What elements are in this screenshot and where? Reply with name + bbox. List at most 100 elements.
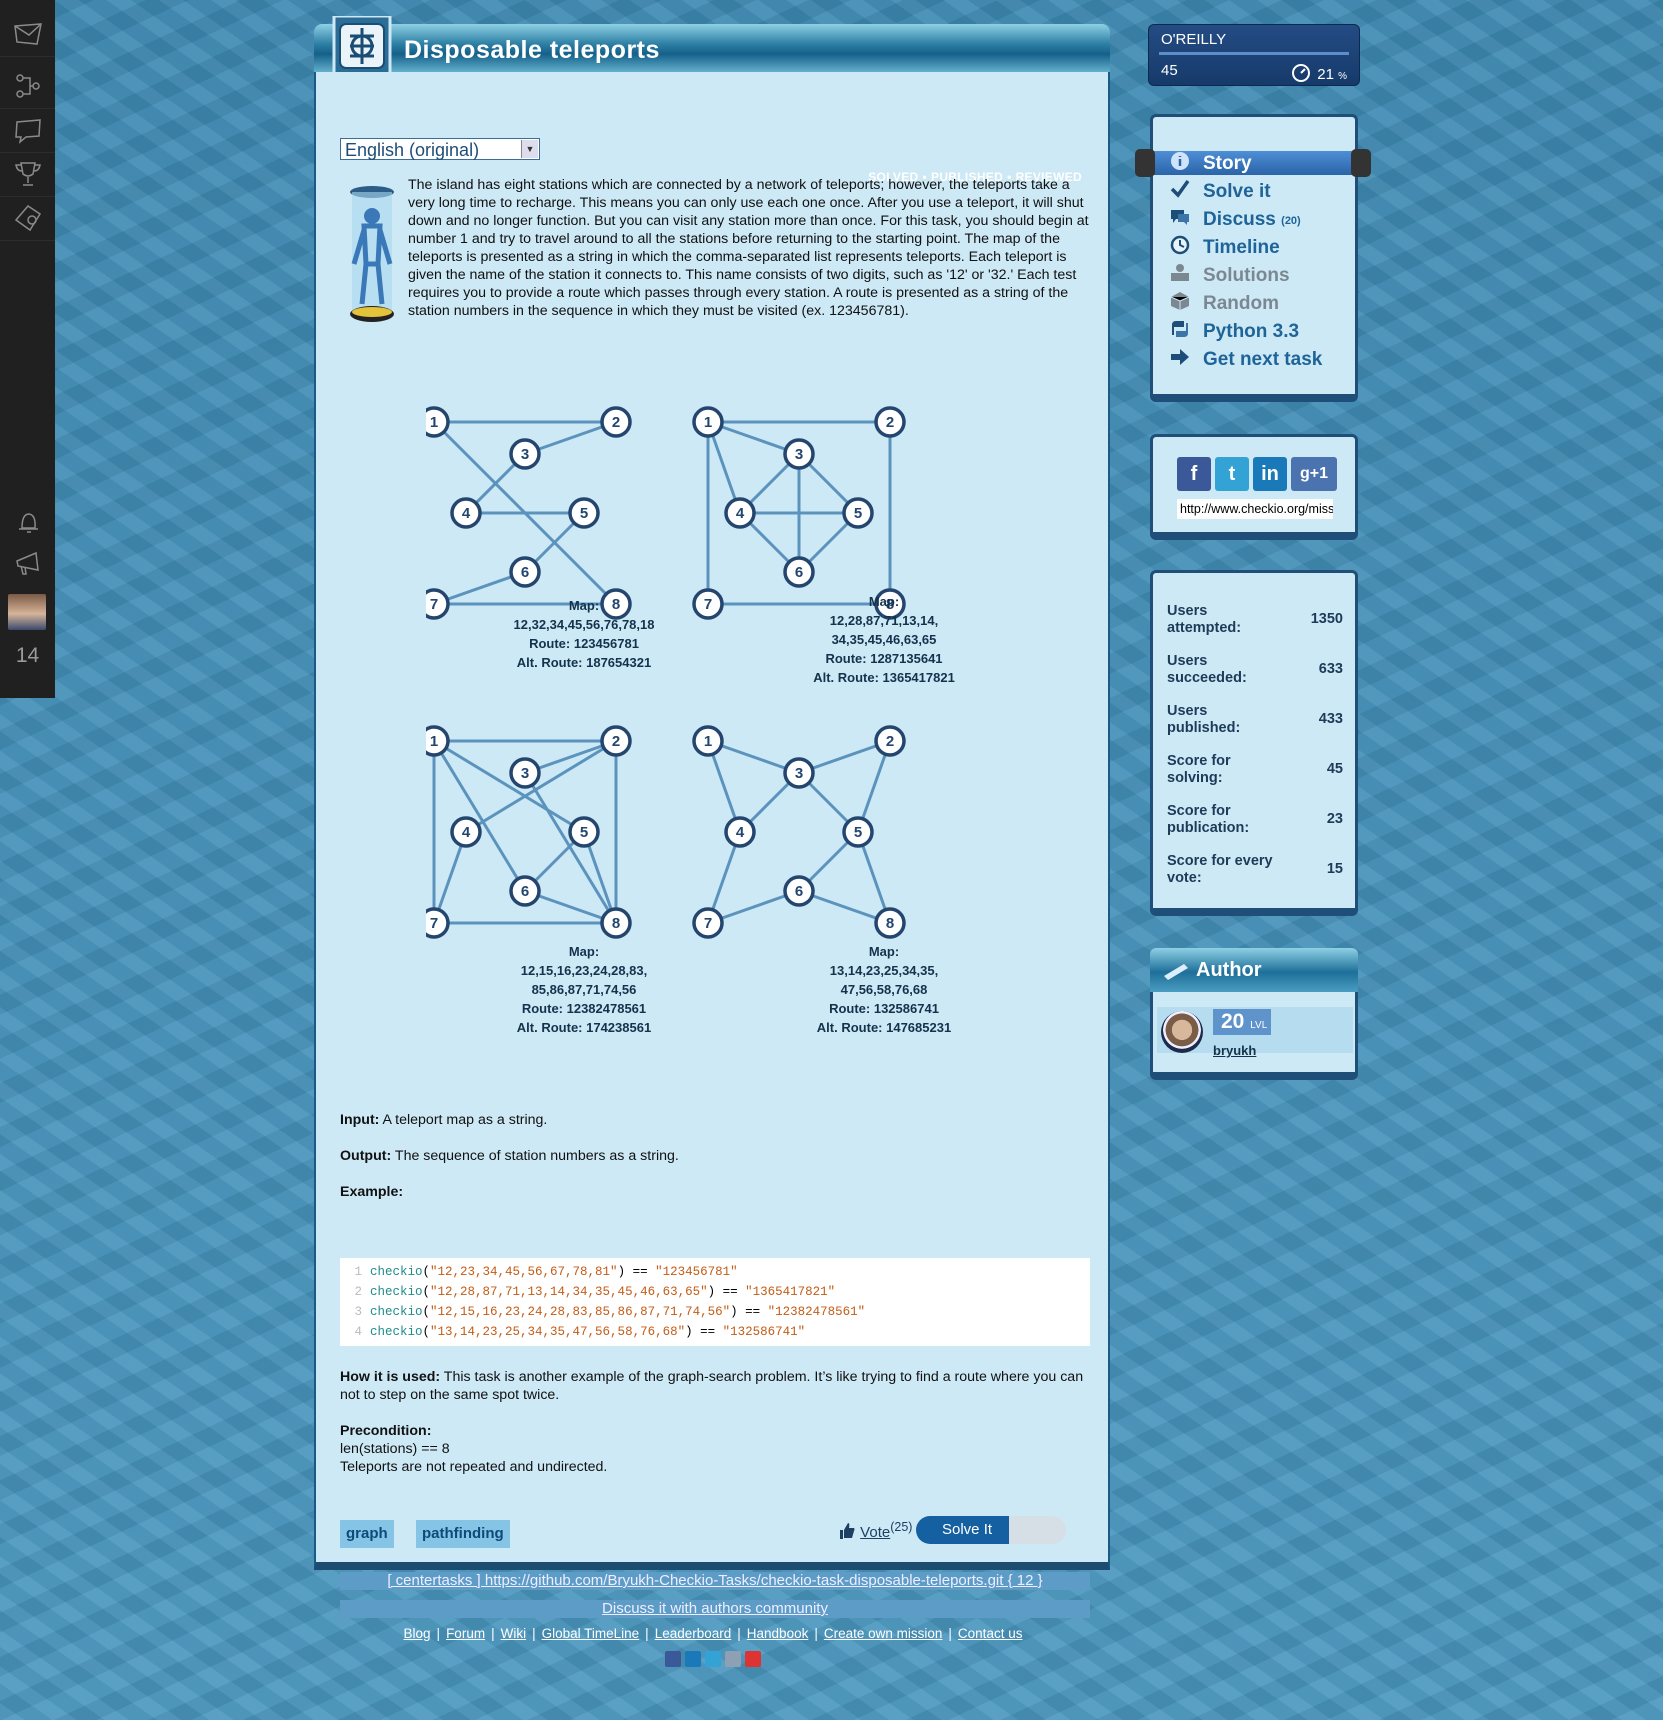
menu-item-story[interactable]: Story (1169, 151, 1252, 175)
station-label: 1 (704, 733, 712, 750)
caption-line: Map: (568, 598, 600, 613)
footer-link-contact[interactable]: Contact us (958, 1626, 1023, 1641)
menu-item-timeline[interactable]: Timeline (1169, 235, 1280, 259)
facebook-icon[interactable]: f (1177, 457, 1211, 491)
station-label: 3 (521, 765, 529, 782)
station-label: 6 (795, 564, 803, 581)
footer-social (0, 1651, 1426, 1667)
teleport-graph-4: 1 2 3 4 5 6 7 8 (692, 725, 906, 939)
station-label: 8 (886, 915, 894, 932)
menu-item-solutions[interactable]: Solutions (1169, 263, 1290, 287)
footer-link-create-mission[interactable]: Create own mission (824, 1626, 943, 1641)
trophy-icon[interactable] (0, 152, 55, 197)
caption-line: Route: 123456781 (529, 636, 639, 651)
footer-link-forum[interactable]: Forum (446, 1626, 485, 1641)
station-label: 4 (462, 505, 471, 522)
gplus-icon[interactable] (725, 1651, 741, 1667)
megaphone-icon[interactable] (0, 542, 55, 586)
author-avatar[interactable] (1161, 1011, 1203, 1053)
share-icons: f t in g+1 (1177, 457, 1337, 491)
howused-label: How it is used: (340, 1369, 441, 1385)
input-label: Input: (340, 1112, 380, 1128)
station-label: 4 (462, 824, 471, 841)
linkedin-icon[interactable]: in (1253, 457, 1287, 491)
station-label: 6 (795, 883, 803, 900)
station-label: 7 (430, 915, 438, 932)
user-avatar[interactable] (8, 594, 46, 630)
code-line: 3 checkio("12,15,16,23,24,28,83,85,86,87,… (354, 1305, 866, 1319)
solve-it-button[interactable]: Solve It (916, 1516, 1066, 1544)
example-label: Example: (340, 1184, 404, 1200)
twitter-icon[interactable] (705, 1651, 721, 1667)
gmail-icon[interactable] (745, 1651, 761, 1667)
network-icon[interactable] (0, 64, 55, 109)
example-heading: Example: (340, 1184, 403, 1200)
stat-label: Score for publication: (1167, 803, 1250, 836)
oreilly-level-box[interactable]: O'REILLY 45 21 % (1148, 24, 1360, 86)
station-label: 4 (736, 824, 745, 841)
menu-item-python[interactable]: Python 3.3 (1169, 319, 1299, 343)
author-box: Author 20 LVL bryukh (1150, 948, 1358, 1080)
station-label: 2 (886, 414, 894, 431)
notification-counter: 14 (15, 644, 40, 667)
station-label: 7 (704, 596, 712, 613)
station-label: 1 (430, 733, 438, 750)
discuss-authors-link[interactable]: Discuss it with authors community (340, 1600, 1090, 1618)
solve-it-label: Solve It (942, 1521, 993, 1538)
author-heading: Author (1196, 959, 1262, 981)
footer-link-leaderboard[interactable]: Leaderboard (655, 1626, 732, 1641)
info-icon (1171, 152, 1189, 170)
share-url-field[interactable]: http://www.checkio.org/mission/disposabl… (1177, 499, 1333, 519)
station-label: 7 (704, 915, 712, 932)
caption-line: 12,15,16,23,24,28,83, (520, 963, 648, 978)
left-sidebar: 14 (0, 0, 55, 698)
menu-item-next-task[interactable]: Get next task (1169, 347, 1322, 371)
twitter-icon[interactable]: t (1215, 457, 1249, 491)
teleport-edge (432, 740, 527, 892)
caption-line: Map: (568, 944, 600, 959)
mail-icon[interactable] (0, 12, 55, 57)
tools-icon[interactable] (0, 196, 55, 241)
menu-item-random[interactable]: Random (1169, 291, 1279, 315)
googleplus-icon[interactable]: g+1 (1291, 457, 1337, 491)
footer-link-handbook[interactable]: Handbook (747, 1626, 809, 1641)
caption-line: 34,35,45,46,63,65 (831, 632, 937, 647)
language-select[interactable]: English (original) ▼ (340, 138, 540, 160)
menu-item-discuss[interactable]: Discuss (20) (1169, 207, 1301, 231)
station-label: 8 (612, 915, 620, 932)
tag-graph[interactable]: graph (340, 1520, 394, 1548)
bell-icon[interactable] (0, 500, 55, 544)
stat-label: Score for every vote: (1167, 853, 1273, 886)
teleport-edge (433, 739, 585, 834)
caption-line: Alt. Route: 147685231 (816, 1020, 952, 1035)
footer-link-timeline[interactable]: Global TimeLine (542, 1626, 640, 1641)
repository-link[interactable]: [ centertasks ] https://github.com/Bryuk… (340, 1572, 1090, 1590)
station-label: 5 (854, 824, 862, 841)
station-label: 3 (795, 446, 803, 463)
caption-line: Alt. Route: 1365417821 (813, 670, 955, 685)
stat-label: Users attempted: (1167, 603, 1242, 636)
footer-links: Blog | Forum | Wiki | Global TimeLine | Leaderbo… (403, 1626, 1023, 1641)
gauge-icon (1292, 64, 1311, 82)
checkmark-icon (1170, 179, 1190, 198)
chat-icon[interactable] (0, 108, 55, 153)
chevron-down-icon[interactable]: ▼ (521, 140, 538, 158)
output-text: The sequence of station numbers as a str… (391, 1148, 679, 1164)
vote-button[interactable]: Vote(25) (838, 1520, 912, 1541)
code-line: 1 checkio("12,23,34,45,56,67,78,81") == "… (354, 1265, 738, 1279)
author-name-link[interactable]: bryukh (1213, 1043, 1256, 1058)
tag-pathfinding[interactable]: pathfinding (416, 1520, 510, 1548)
facebook-icon[interactable] (665, 1651, 681, 1667)
howused-text: This task is another example of the grap… (340, 1369, 1084, 1403)
linkedin-icon[interactable] (685, 1651, 701, 1667)
station-label: 5 (580, 824, 588, 841)
footer-link-wiki[interactable]: Wiki (501, 1626, 527, 1641)
station-label: 1 (704, 414, 712, 431)
stat-value: 15 (1326, 861, 1343, 877)
footer-link-blog[interactable]: Blog (404, 1626, 431, 1641)
example-code: 1 checkio("12,23,34,45,56,67,78,81") == "… (340, 1258, 1090, 1346)
mission-menu: Story Solve it Discuss (20) Timeline Sol… (1135, 114, 1371, 402)
how-it-is-used: How it is used: This task is another exa… (340, 1368, 1090, 1404)
island-level: 45 (1161, 62, 1178, 79)
menu-item-solve[interactable]: Solve it (1169, 179, 1271, 203)
